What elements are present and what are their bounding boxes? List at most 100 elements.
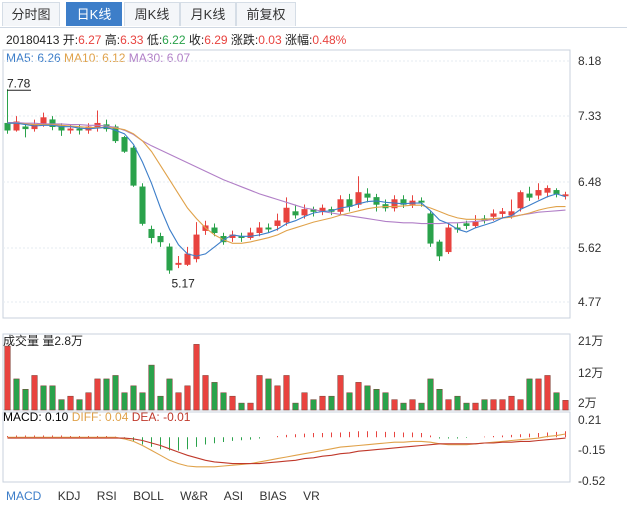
indicator-tab-wr[interactable]: W&R [180, 489, 208, 503]
candle-body [274, 220, 281, 226]
low-price-annotation: 5.17 [172, 277, 196, 291]
kline-y-tick-label: 8.18 [578, 54, 602, 68]
volume-bar [535, 378, 542, 411]
diff-value: DIFF: 0.04 [71, 410, 129, 424]
volume-bar [553, 392, 560, 411]
volume-bar [562, 400, 569, 411]
volume-y-tick-label: 21万 [578, 334, 603, 348]
candle-body [292, 211, 299, 216]
candle-body [472, 221, 479, 226]
volume-bar [265, 378, 272, 411]
volume-bar [121, 392, 128, 411]
volume-bar [49, 385, 56, 411]
candle-body [337, 199, 344, 212]
volume-bar [373, 389, 380, 411]
indicator-tab-macd[interactable]: MACD [6, 489, 41, 503]
candle-body [526, 193, 533, 198]
candle-body [166, 246, 173, 271]
volume-bar [184, 385, 191, 411]
candle-body [67, 128, 74, 131]
indicator-tab-bias[interactable]: BIAS [259, 489, 286, 503]
volume-bar [112, 375, 119, 411]
volume-bar [436, 389, 443, 411]
candle-body [76, 128, 83, 131]
volume-bar [319, 395, 326, 411]
volume-bar [544, 375, 551, 411]
indicator-tab-vr[interactable]: VR [303, 489, 320, 503]
candle-body [184, 253, 191, 265]
candle-body [436, 241, 443, 257]
candle-body [283, 207, 290, 223]
volume-bar [427, 378, 434, 411]
indicator-tab-boll[interactable]: BOLL [133, 489, 164, 503]
volume-bar [292, 402, 299, 411]
candle-body [355, 192, 362, 205]
candle-body [157, 236, 164, 243]
volume-bar [76, 399, 83, 411]
volume-bar [103, 378, 110, 411]
kline-y-tick-label: 7.33 [578, 109, 602, 123]
volume-bar [301, 392, 308, 411]
macd-y-tick-label: -0.52 [578, 474, 606, 488]
candle-body [139, 186, 146, 224]
volume-bar [40, 385, 47, 411]
candle-body [445, 227, 452, 253]
candle-body [22, 126, 29, 130]
diff-line [7, 433, 566, 468]
volume-bar [67, 395, 74, 411]
indicator-tabs: MACD KDJ RSI BOLL W&R ASI BIAS VR [6, 489, 333, 503]
dea-value: DEA: -0.01 [131, 410, 191, 424]
candle-body [544, 187, 551, 193]
candle-body [121, 137, 128, 152]
candle-body [535, 190, 542, 196]
candle-body [364, 193, 371, 198]
volume-bar [346, 392, 353, 411]
kline-y-tick-label: 4.77 [578, 295, 602, 309]
volume-bar [58, 399, 65, 411]
volume-bar [454, 395, 461, 411]
volume-bar [472, 402, 479, 411]
volume-bar [445, 399, 452, 411]
volume-bar [130, 385, 137, 411]
dea-line [7, 437, 566, 465]
volume-bar [418, 402, 425, 411]
volume-y-tick-label: 2万 [578, 396, 597, 410]
volume-bar [256, 375, 263, 411]
candle-body [130, 147, 137, 186]
volume-bar [229, 395, 236, 411]
volume-bar [364, 385, 371, 411]
ma5-line [7, 122, 566, 257]
volume-bar [355, 382, 362, 411]
macd-legend: MACD: 0.10 DIFF: 0.04 DEA: -0.01 [3, 410, 190, 424]
indicator-tab-asi[interactable]: ASI [224, 489, 243, 503]
volume-bar [4, 345, 11, 411]
volume-bar [148, 364, 155, 411]
candle-body [418, 200, 425, 203]
candle-body [40, 117, 47, 124]
candle-body [4, 122, 11, 131]
kline-y-tick-label: 6.48 [578, 175, 602, 189]
candle-body [427, 213, 434, 244]
candle-body [256, 227, 263, 233]
volume-bar [193, 344, 200, 411]
volume-bar [328, 395, 335, 411]
volume-bar [22, 389, 29, 411]
volume-bar [517, 399, 524, 411]
volume-bar [490, 399, 497, 411]
indicator-tab-rsi[interactable]: RSI [97, 489, 117, 503]
macd-value: MACD: 0.10 [3, 410, 69, 424]
volume-bar [220, 392, 227, 411]
volume-bar [202, 375, 209, 411]
indicator-tab-kdj[interactable]: KDJ [58, 489, 81, 503]
candle-body [517, 192, 524, 209]
volume-bar [139, 392, 146, 411]
stock-chart[interactable]: 8.18 7.33 6.48 5.62 4.77 7.78 5.17 21万 12万 2万 0.21… [0, 0, 627, 512]
high-price-annotation: 7.78 [7, 76, 31, 90]
volume-bar [94, 378, 101, 411]
volume-bar [391, 399, 398, 411]
macd-y-tick-label: -0.15 [578, 443, 606, 457]
candle-body [211, 227, 218, 233]
volume-bar [310, 399, 317, 411]
kline-y-tick-label: 5.62 [578, 241, 602, 255]
volume-bar [382, 392, 389, 411]
